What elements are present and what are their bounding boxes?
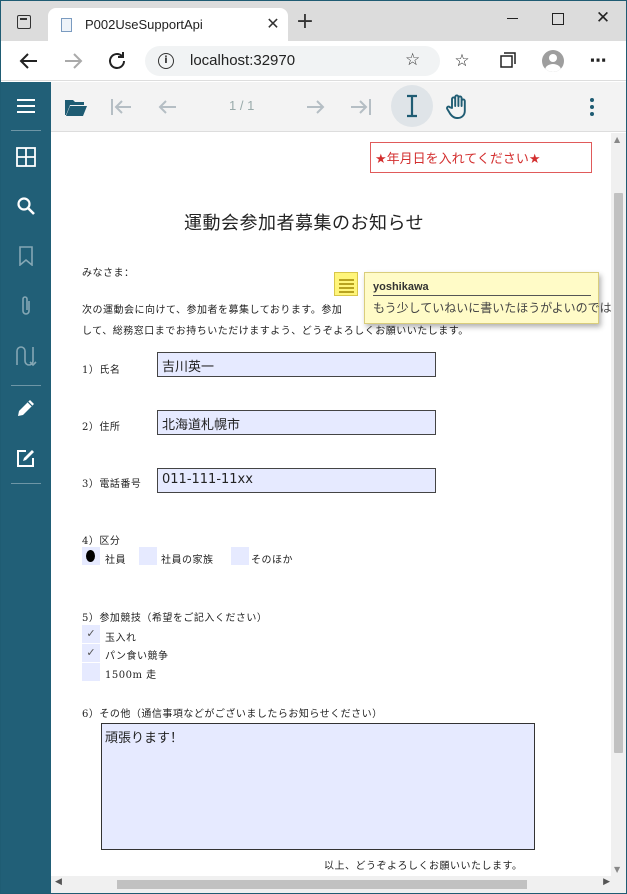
intro-line-1: 次の運動会に向けて、参加者を募集しております。参加 [82,305,343,316]
new-tab-button[interactable]: + [293,11,317,35]
tab-close-button[interactable]: ✕ [263,14,283,34]
closing-text: 以上、どうぞよろしくお願いいたします。 [324,861,523,872]
last-page-icon[interactable] [347,93,375,121]
reload-icon [109,52,125,69]
add-favorite-icon[interactable]: ☆ [405,50,420,70]
name-label: 1）氏名 [82,365,121,376]
address-label: 2）住所 [82,422,121,433]
category-radio-employee[interactable] [82,547,100,565]
hamburger-menu-icon[interactable] [1,86,51,126]
tab-actions-icon[interactable] [17,15,31,29]
greeting-text: みなさま： [82,268,135,279]
horizontal-scrollbar[interactable]: ◀ ▶ [51,876,626,893]
text-select-tool-icon[interactable] [391,85,433,127]
url-text[interactable]: localhost:32970 [190,52,295,69]
document-title: 運動会参加者募集のお知らせ [184,213,425,234]
name-field[interactable]: 吉川英一 [157,352,436,377]
category-label: 4）区分 [82,536,121,547]
address-bar: i localhost:32970 ☆ ☆ ⋯ [1,41,626,81]
vertical-scroll-thumb[interactable] [614,193,623,753]
more-options-icon[interactable] [578,93,606,121]
event-checkbox[interactable] [82,663,100,681]
other-label: 6）その他（通信事項などがございましたらお知らせください） [82,709,383,720]
attachment-icon[interactable] [1,286,51,326]
category-option-label: そのほか [251,555,293,566]
event-checkbox[interactable]: ✓ [82,625,100,643]
back-button[interactable] [17,49,41,73]
settings-menu-icon[interactable]: ⋯ [587,50,609,72]
scroll-left-arrow-icon[interactable]: ◀ [55,877,62,887]
event-label: パン食い競争 [105,651,169,662]
form-edit-icon[interactable] [1,438,51,478]
title-bar: P002UseSupportApi ✕ + ✕ [1,1,626,41]
back-arrow-icon [19,53,37,69]
forward-button[interactable] [61,49,85,73]
favorites-icon[interactable]: ☆ [451,50,473,72]
scroll-right-arrow-icon[interactable]: ▶ [603,877,610,887]
scroll-down-arrow-icon[interactable]: ▼ [614,865,620,874]
open-file-icon[interactable] [62,93,90,121]
url-bar[interactable]: i localhost:32970 ☆ [145,46,440,76]
events-label: 5）参加競技（希望をご記入ください） [82,613,268,624]
thumbnails-icon[interactable] [1,137,51,177]
browser-tab[interactable]: P002UseSupportApi ✕ [48,8,288,41]
viewer-sidebar [1,82,51,893]
sticky-note-icon[interactable] [334,272,358,296]
sidebar-divider [11,483,41,484]
annotation-pencil-icon[interactable] [1,388,51,428]
signature-icon[interactable] [1,336,51,376]
category-radio-family[interactable] [139,547,157,565]
site-info-icon[interactable]: i [158,53,174,69]
pdf-page: ★年月日を入れてください★ 運動会参加者募集のお知らせ みなさま： 次の運動会に… [51,133,611,876]
document-view[interactable]: ★年月日を入れてください★ 運動会参加者募集のお知らせ みなさま： 次の運動会に… [51,133,611,876]
phone-field[interactable]: 011-111-11xx [157,468,436,493]
annotation-divider [373,295,591,296]
intro-line-2: して、総務窓口までお持ちいただけますよう、どうぞよろしくお願いいたします。 [82,326,469,337]
viewer-toolbar: 1 / 1 [51,82,626,132]
event-checkbox[interactable]: ✓ [82,644,100,662]
event-label: 1500m 走 [105,670,157,681]
annotation-author: yoshikawa [373,281,429,293]
previous-page-icon[interactable] [153,93,181,121]
annotation-popup[interactable]: yoshikawa もう少していねいに書いたほうがよいのでは [364,272,612,324]
minimize-button[interactable] [498,7,528,31]
tab-title: P002UseSupportApi [85,17,203,32]
other-textarea[interactable]: 頑張ります！ [101,723,535,850]
vertical-scrollbar[interactable]: ▲ ▼ [611,133,626,876]
first-page-icon[interactable] [107,93,135,121]
phone-label: 3）電話番号 [82,479,142,490]
search-icon[interactable] [1,186,51,226]
window-close-button[interactable]: ✕ [588,7,618,31]
page-indicator[interactable]: 1 / 1 [229,98,254,113]
category-option-label: 社員の家族 [161,555,214,566]
sidebar-divider [11,385,41,386]
horizontal-scroll-thumb[interactable] [117,880,527,889]
forward-arrow-icon [65,53,83,69]
date-note-box[interactable]: ★年月日を入れてください★ [370,142,592,173]
sidebar-divider [11,130,41,131]
category-option-label: 社員 [105,555,126,566]
event-label: 玉入れ [105,633,137,644]
bookmark-icon[interactable] [1,236,51,276]
address-field[interactable]: 北海道札幌市 [157,410,436,435]
reload-button[interactable] [105,49,129,73]
annotation-comment: もう少していねいに書いたほうがよいのでは [373,301,612,315]
page-favicon-icon [61,18,72,32]
scroll-up-arrow-icon[interactable]: ▲ [614,135,620,144]
maximize-button[interactable] [543,7,573,31]
collections-icon[interactable] [497,50,519,72]
profile-avatar[interactable] [542,50,564,72]
next-page-icon[interactable] [302,93,330,121]
browser-window: P002UseSupportApi ✕ + ✕ i localhost:3297… [1,1,626,893]
pan-hand-tool-icon[interactable] [444,93,472,121]
category-radio-other[interactable] [231,547,249,565]
